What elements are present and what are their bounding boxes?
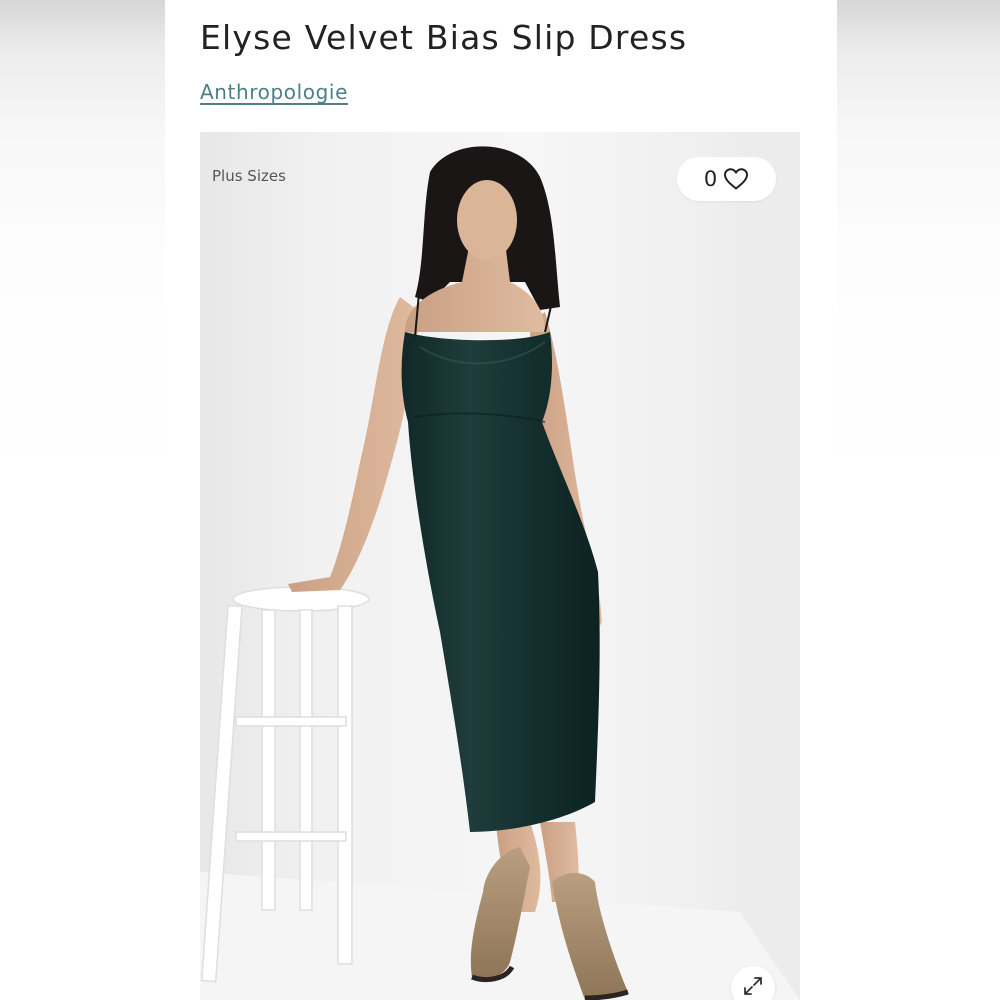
product-title: Elyse Velvet Bias Slip Dress bbox=[200, 18, 688, 57]
plus-sizes-badge: Plus Sizes bbox=[212, 167, 286, 185]
favorite-button[interactable]: 0 bbox=[677, 157, 776, 201]
product-image[interactable]: Plus Sizes 0 bbox=[200, 132, 800, 1000]
brand-link[interactable]: Anthropologie bbox=[200, 80, 348, 104]
product-card: Elyse Velvet Bias Slip Dress Anthropolog… bbox=[165, 0, 837, 1000]
right-backdrop bbox=[837, 0, 1000, 1000]
heart-outline-icon bbox=[723, 167, 749, 191]
favorites-count: 0 bbox=[703, 167, 718, 191]
expand-arrows-icon bbox=[742, 975, 764, 1000]
model-photo bbox=[200, 132, 800, 1000]
left-backdrop bbox=[0, 0, 165, 1000]
